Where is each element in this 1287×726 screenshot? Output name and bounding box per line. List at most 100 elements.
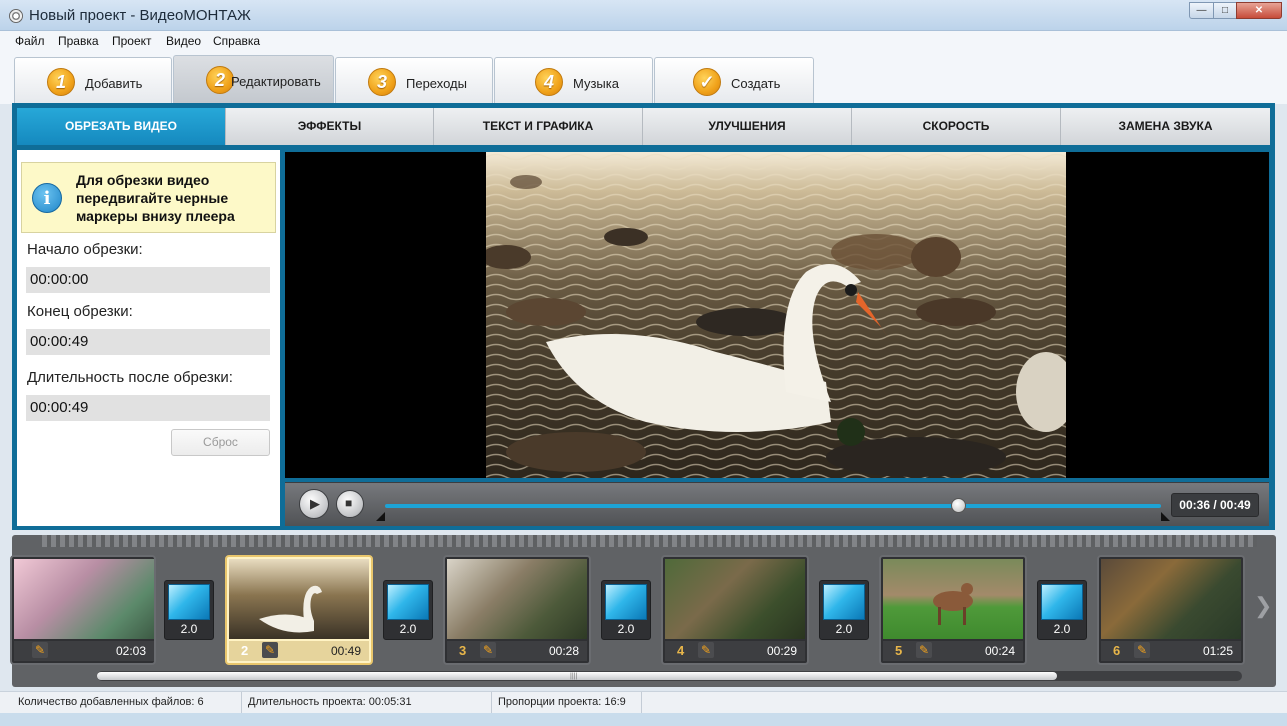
- status-duration-label: Длительность проекта:: [248, 696, 366, 708]
- clip-card[interactable]: 6 ✎ 01:25: [1097, 555, 1245, 665]
- pencil-icon[interactable]: ✎: [32, 642, 48, 658]
- film-strip-decor: [42, 535, 1257, 547]
- subtab-audio-replace[interactable]: ЗАМЕНА ЗВУКА: [1061, 108, 1270, 145]
- playhead-knob[interactable]: [951, 498, 967, 513]
- swan-scene-image: [486, 152, 1066, 478]
- clip-info-bar: 2 ✎ 00:49: [229, 641, 369, 661]
- status-files-label: Количество добавленных файлов:: [18, 696, 195, 708]
- step-tab-create[interactable]: ✓ Создать: [654, 57, 814, 104]
- close-button[interactable]: ✕: [1236, 2, 1282, 19]
- clip-duration: 00:49: [330, 644, 361, 658]
- clip-number: 4: [677, 643, 685, 658]
- timeline-scrollbar[interactable]: ||||: [97, 671, 1242, 681]
- play-button[interactable]: ▶: [299, 489, 329, 519]
- transition-card[interactable]: 2.0: [601, 580, 651, 640]
- swan-thumbnail-image: [259, 585, 322, 633]
- clip-card[interactable]: 2 ✎ 00:49: [225, 555, 373, 665]
- transition-thumbnail: [387, 584, 429, 620]
- clip-info-bar: 4 ✎ 00:29: [665, 641, 805, 661]
- status-files-value: 6: [197, 696, 204, 708]
- transition-duration: 2.0: [835, 622, 853, 636]
- clip-thumbnail: [1101, 559, 1241, 639]
- menu-edit[interactable]: Правка: [58, 34, 99, 48]
- trim-start-field[interactable]: 00:00:00: [26, 267, 270, 293]
- step-number-icon: 2: [206, 66, 234, 94]
- trim-start-label: Начало обрезки:: [27, 241, 143, 258]
- window-bottom-edge: [0, 713, 1287, 726]
- maximize-button[interactable]: □: [1213, 2, 1237, 19]
- scroll-right-icon[interactable]: ❯: [1254, 593, 1272, 619]
- step-label: Редактировать: [231, 74, 321, 89]
- step-number-icon: 4: [535, 68, 563, 96]
- transition-duration: 2.0: [180, 622, 198, 636]
- step-tab-edit[interactable]: 2 Редактировать: [173, 55, 334, 104]
- clip-card[interactable]: 3 ✎ 00:28: [443, 555, 591, 665]
- step-tab-transitions[interactable]: 3 Переходы: [335, 57, 493, 104]
- status-aspect-ratio: Пропорции проекта: 16:9: [492, 692, 642, 714]
- time-display: 00:36 / 00:49: [1171, 493, 1259, 517]
- stop-button[interactable]: ■: [336, 490, 364, 518]
- trim-panel: i Для обрезки видео передвигайте черные …: [17, 150, 280, 526]
- menu-video[interactable]: Видео: [166, 34, 201, 48]
- clip-info-bar: 5 ✎ 00:24: [883, 641, 1023, 661]
- subtab-trim[interactable]: ОБРЕЗАТЬ ВИДЕО: [17, 108, 226, 145]
- play-icon: ▶: [310, 496, 320, 511]
- clip-thumbnail: [447, 559, 587, 639]
- pencil-icon[interactable]: ✎: [1134, 642, 1150, 658]
- menu-file[interactable]: Файл: [15, 34, 45, 48]
- trim-duration-label: Длительность после обрезки:: [27, 369, 233, 386]
- hint-text: Для обрезки видео передвигайте черные ма…: [76, 172, 235, 224]
- minimize-button[interactable]: —: [1189, 2, 1214, 19]
- clip-thumbnail: [229, 559, 369, 639]
- step-label: Музыка: [573, 76, 619, 91]
- pencil-icon[interactable]: ✎: [916, 642, 932, 658]
- clip-card[interactable]: 4 ✎ 00:29: [661, 555, 809, 665]
- reset-button[interactable]: Сброс: [171, 429, 270, 456]
- trim-hint: i Для обрезки видео передвигайте черные …: [21, 162, 276, 233]
- scrollbar-thumb[interactable]: ||||: [97, 672, 1057, 680]
- clip-card[interactable]: ✎ 02:03: [10, 555, 156, 665]
- clip-card[interactable]: 5 ✎ 00:24: [879, 555, 1027, 665]
- menu-help[interactable]: Справка: [213, 34, 260, 48]
- transition-duration: 2.0: [1053, 622, 1071, 636]
- player-controls: ▶ ■ 00:36 / 00:49: [285, 482, 1269, 526]
- transition-card[interactable]: 2.0: [819, 580, 869, 640]
- clip-duration: 00:29: [766, 644, 797, 658]
- subtab-speed[interactable]: СКОРОСТЬ: [852, 108, 1061, 145]
- step-tab-music[interactable]: 4 Музыка: [494, 57, 653, 104]
- pencil-icon[interactable]: ✎: [698, 642, 714, 658]
- clip-number: 5: [895, 643, 903, 658]
- title-bar: Новый проект - ВидеоМОНТАЖ — □ ✕: [0, 0, 1287, 31]
- video-preview: [285, 152, 1269, 478]
- pencil-icon[interactable]: ✎: [480, 642, 496, 658]
- trim-end-label: Конец обрезки:: [27, 303, 133, 320]
- trim-duration-field: 00:00:49: [26, 395, 270, 421]
- step-label: Добавить: [85, 76, 143, 91]
- menu-bar: Файл Правка Проект Видео Справка: [0, 31, 1287, 52]
- status-ratio-label: Пропорции проекта:: [498, 696, 602, 708]
- menu-project[interactable]: Проект: [112, 34, 152, 48]
- transition-card[interactable]: 2.0: [383, 580, 433, 640]
- clip-info-bar: ✎ 02:03: [14, 641, 154, 661]
- video-frame: [486, 152, 1066, 478]
- clip-duration: 00:24: [984, 644, 1015, 658]
- step-tab-add[interactable]: 1 Добавить: [14, 57, 172, 104]
- pencil-icon[interactable]: ✎: [262, 642, 278, 658]
- clip-info-bar: 3 ✎ 00:28: [447, 641, 587, 661]
- step-label: Переходы: [406, 76, 467, 91]
- transition-card[interactable]: 2.0: [164, 580, 214, 640]
- status-bar: Количество добавленных файлов: 6 Длитель…: [0, 691, 1287, 714]
- clip-duration: 01:25: [1202, 644, 1233, 658]
- subtab-text-graphics[interactable]: ТЕКСТ И ГРАФИКА: [434, 108, 643, 145]
- subtab-effects[interactable]: ЭФФЕКТЫ: [226, 108, 434, 145]
- progress-bar[interactable]: [385, 504, 1161, 508]
- trim-start-marker[interactable]: [376, 512, 385, 521]
- checkmark-icon: ✓: [693, 68, 721, 96]
- step-number-icon: 1: [47, 68, 75, 96]
- trim-end-field[interactable]: 00:00:49: [26, 329, 270, 355]
- subtab-improvements[interactable]: УЛУЧШЕНИЯ: [643, 108, 852, 145]
- trim-end-marker[interactable]: [1161, 512, 1170, 521]
- clip-number: 2: [241, 643, 249, 658]
- transition-card[interactable]: 2.0: [1037, 580, 1087, 640]
- clip-duration: 00:28: [548, 644, 579, 658]
